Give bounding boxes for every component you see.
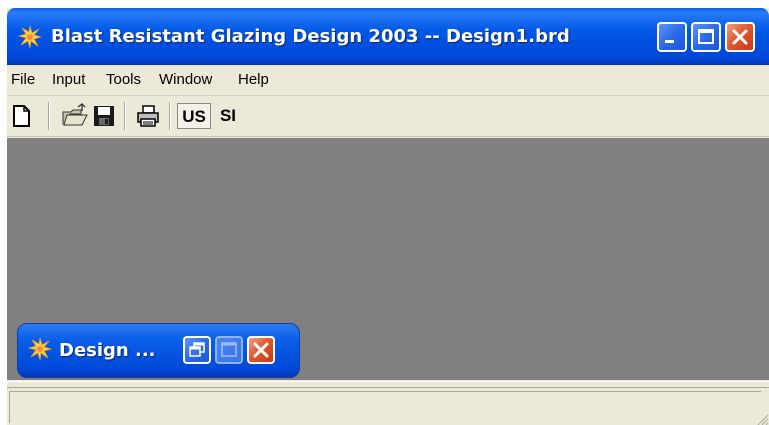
- star-burst-icon[interactable]: [18, 25, 42, 49]
- title-bar[interactable]: Blast Resistant Glazing Design 2003 -- D…: [7, 8, 769, 65]
- restore-icon: [189, 342, 205, 357]
- menu-window[interactable]: Window: [159, 71, 212, 89]
- toolbar-separator: [124, 102, 126, 130]
- save-button[interactable]: [91, 103, 117, 129]
- close-icon: [253, 342, 269, 358]
- menu-input[interactable]: Input: [52, 71, 85, 89]
- maximize-button[interactable]: [691, 22, 721, 52]
- new-button[interactable]: [9, 103, 35, 129]
- print-icon: [137, 105, 159, 127]
- toolbar: US SI: [7, 96, 769, 137]
- print-button[interactable]: [135, 103, 161, 129]
- main-window: Blast Resistant Glazing Design 2003 -- D…: [7, 8, 769, 425]
- child-restore-button[interactable]: [183, 336, 211, 364]
- units-us-button[interactable]: US: [177, 103, 211, 129]
- resize-grip-icon[interactable]: [755, 412, 769, 425]
- open-button[interactable]: [61, 103, 88, 129]
- window-title: Blast Resistant Glazing Design 2003 -- D…: [51, 26, 570, 47]
- units-si-button[interactable]: SI: [213, 103, 243, 129]
- star-burst-icon[interactable]: [28, 337, 52, 361]
- close-icon: [732, 29, 748, 45]
- status-bar: [7, 381, 769, 425]
- minimize-icon: [665, 40, 674, 43]
- menu-bar: File Input Tools Window Help: [7, 65, 769, 96]
- child-window-title: Design ...: [59, 340, 156, 361]
- toolbar-separator: [169, 102, 171, 130]
- toolbar-separator: [48, 102, 50, 130]
- child-close-button[interactable]: [247, 336, 275, 364]
- minimize-button[interactable]: [657, 22, 687, 52]
- menu-tools[interactable]: Tools: [106, 71, 141, 89]
- maximize-icon: [221, 342, 237, 357]
- status-pane: [9, 391, 761, 423]
- minimized-child-window[interactable]: Design ...: [17, 323, 300, 378]
- child-maximize-button[interactable]: [215, 336, 243, 364]
- status-divider: [7, 387, 769, 388]
- maximize-icon: [698, 29, 714, 44]
- close-button[interactable]: [725, 22, 755, 52]
- mdi-client-area: Design ...: [7, 138, 769, 380]
- save-disk-icon: [94, 106, 114, 126]
- menu-help[interactable]: Help: [238, 71, 269, 89]
- new-document-icon: [13, 105, 30, 127]
- menu-file[interactable]: File: [11, 71, 35, 89]
- open-folder-icon: [62, 103, 88, 126]
